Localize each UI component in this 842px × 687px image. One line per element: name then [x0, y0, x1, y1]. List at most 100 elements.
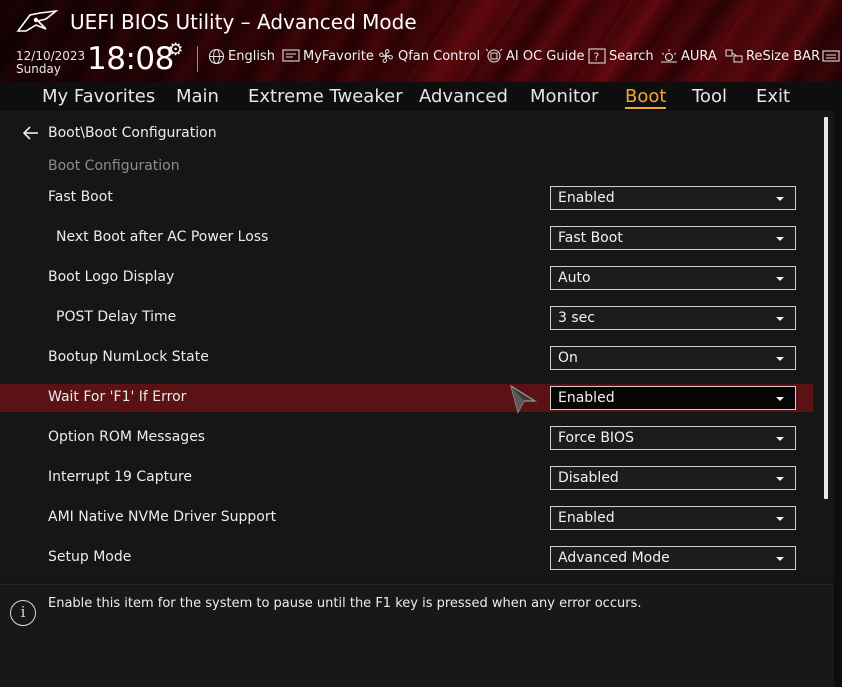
- dropdown-value: Enabled: [558, 190, 615, 206]
- dropdown-value: Auto: [558, 270, 591, 286]
- more-tools-button[interactable]: [822, 47, 842, 65]
- tab-boot[interactable]: Boot: [625, 86, 667, 109]
- setting-label: Interrupt 19 Capture: [48, 469, 192, 485]
- resize-bar-button[interactable]: ReSize BAR: [725, 47, 820, 65]
- setting-row-bootup-numlock-state[interactable]: Bootup NumLock State On: [0, 344, 813, 372]
- help-text: Enable this item for the system to pause…: [48, 596, 642, 611]
- header-decoration: [561, 0, 669, 82]
- setting-row-setup-mode[interactable]: Setup Mode Advanced Mode: [0, 544, 813, 572]
- qfan-control-label: Qfan Control: [398, 48, 481, 64]
- setting-row-interrupt-19-capture[interactable]: Interrupt 19 Capture Disabled: [0, 464, 813, 492]
- info-icon: i: [10, 600, 36, 626]
- ai-oc-guide-icon: [485, 48, 503, 63]
- setting-label: Boot Logo Display: [48, 269, 175, 285]
- vertical-scrollbar[interactable]: [824, 117, 828, 499]
- tab-my-favorites[interactable]: My Favorites: [42, 86, 155, 107]
- setting-label: Wait For 'F1' If Error: [48, 389, 187, 405]
- tab-monitor[interactable]: Monitor: [530, 86, 598, 107]
- resize-bar-icon: [725, 49, 743, 63]
- post-delay-time-dropdown[interactable]: 3 sec: [550, 306, 796, 330]
- aura-icon: [661, 49, 677, 63]
- fan-icon: [379, 49, 393, 63]
- dropdown-value: Enabled: [558, 510, 615, 526]
- clock-time: 18:08: [87, 41, 174, 77]
- chevron-down-icon: [776, 357, 784, 361]
- app-title: UEFI BIOS Utility – Advanced Mode: [70, 10, 417, 34]
- tab-extreme-tweaker[interactable]: Extreme Tweaker: [248, 86, 403, 107]
- setting-row-post-delay-time[interactable]: POST Delay Time 3 sec: [0, 304, 813, 332]
- svg-text:?: ?: [594, 51, 600, 64]
- search-label: Search: [609, 48, 654, 64]
- tab-exit[interactable]: Exit: [756, 86, 790, 107]
- setting-label: Option ROM Messages: [48, 429, 206, 445]
- chevron-down-icon: [776, 557, 784, 561]
- back-arrow-icon[interactable]: [22, 126, 40, 140]
- search-button[interactable]: ? Search: [588, 47, 654, 65]
- setting-row-fast-boot[interactable]: Fast Boot Enabled: [0, 184, 813, 212]
- tab-main[interactable]: Main: [176, 86, 219, 107]
- tab-advanced[interactable]: Advanced: [419, 86, 508, 107]
- tab-tool[interactable]: Tool: [692, 86, 727, 107]
- bootup-numlock-state-dropdown[interactable]: On: [550, 346, 796, 370]
- language-button[interactable]: English: [208, 47, 275, 65]
- next-boot-after-ac-power-loss-dropdown[interactable]: Fast Boot: [550, 226, 796, 250]
- dropdown-value: Force BIOS: [558, 430, 634, 446]
- wait-for-f1-if-error-dropdown[interactable]: Enabled: [550, 386, 796, 410]
- rog-logo-icon: [16, 9, 58, 32]
- setting-label: Setup Mode: [48, 549, 132, 565]
- setting-label: Next Boot after AC Power Loss: [56, 229, 269, 245]
- fast-boot-dropdown[interactable]: Enabled: [550, 186, 796, 210]
- search-icon: ?: [588, 48, 606, 64]
- setting-row-next-boot-after-ac-power-loss[interactable]: Next Boot after AC Power Loss Fast Boot: [0, 224, 813, 252]
- header-bar: UEFI BIOS Utility – Advanced Mode 12/10/…: [0, 0, 842, 82]
- setting-row-boot-logo-display[interactable]: Boot Logo Display Auto: [0, 264, 813, 292]
- header-divider: [197, 46, 198, 72]
- chevron-down-icon: [776, 277, 784, 281]
- chevron-down-icon: [776, 197, 784, 201]
- dropdown-value: 3 sec: [558, 310, 595, 326]
- aura-button[interactable]: AURA: [660, 47, 717, 65]
- chevron-down-icon: [776, 517, 784, 521]
- setting-label: Bootup NumLock State: [48, 349, 209, 365]
- main-menu-bar: My Favorites Main Extreme Tweaker Advanc…: [0, 82, 842, 111]
- setting-row-ami-native-nvme-driver-support[interactable]: AMI Native NVMe Driver Support Enabled: [0, 504, 813, 532]
- boot-logo-display-dropdown[interactable]: Auto: [550, 266, 796, 290]
- ai-oc-guide-button[interactable]: AI OC Guide: [485, 47, 584, 65]
- aura-label: AURA: [681, 48, 717, 64]
- setup-mode-dropdown[interactable]: Advanced Mode: [550, 546, 796, 570]
- setting-label: AMI Native NVMe Driver Support: [48, 509, 277, 525]
- chevron-down-icon: [776, 237, 784, 241]
- dropdown-value: Disabled: [558, 470, 619, 486]
- chevron-down-icon: [776, 397, 784, 401]
- option-rom-messages-dropdown[interactable]: Force BIOS: [550, 426, 796, 450]
- dropdown-value: Enabled: [558, 390, 615, 406]
- qfan-control-button[interactable]: Qfan Control: [377, 47, 480, 65]
- favorite-icon: [282, 49, 300, 62]
- help-panel: i Enable this item for the system to pau…: [0, 584, 834, 687]
- globe-icon: [208, 48, 225, 64]
- interrupt-19-capture-dropdown[interactable]: Disabled: [550, 466, 796, 490]
- ai-oc-guide-label: AI OC Guide: [506, 48, 585, 64]
- section-title: Boot Configuration: [48, 158, 180, 174]
- myfavorite-button[interactable]: MyFavorite: [282, 47, 374, 65]
- setting-label: Fast Boot: [48, 189, 113, 205]
- header-decoration: [681, 0, 839, 82]
- setting-label: POST Delay Time: [56, 309, 177, 325]
- right-edge-strip: [834, 111, 842, 687]
- ami-native-nvme-driver-support-dropdown[interactable]: Enabled: [550, 506, 796, 530]
- clock-settings-gear-icon[interactable]: ⚙: [168, 40, 183, 60]
- dropdown-value: On: [558, 350, 578, 366]
- language-label: English: [228, 48, 275, 64]
- chevron-down-icon: [776, 437, 784, 441]
- keyboard-icon: [822, 50, 840, 62]
- date-text: 12/10/2023: [16, 49, 86, 63]
- settings-panel: Boot\Boot Configuration Boot Configurati…: [0, 111, 842, 579]
- resize-bar-label: ReSize BAR: [746, 48, 821, 64]
- mouse-cursor-icon: [510, 384, 538, 414]
- setting-row-wait-for-f1-if-error[interactable]: Wait For 'F1' If Error Enabled: [0, 384, 813, 412]
- dropdown-value: Fast Boot: [558, 230, 623, 246]
- myfavorite-label: MyFavorite: [303, 48, 374, 64]
- dropdown-value: Advanced Mode: [558, 550, 670, 566]
- day-text: Sunday: [16, 62, 61, 76]
- setting-row-option-rom-messages[interactable]: Option ROM Messages Force BIOS: [0, 424, 813, 452]
